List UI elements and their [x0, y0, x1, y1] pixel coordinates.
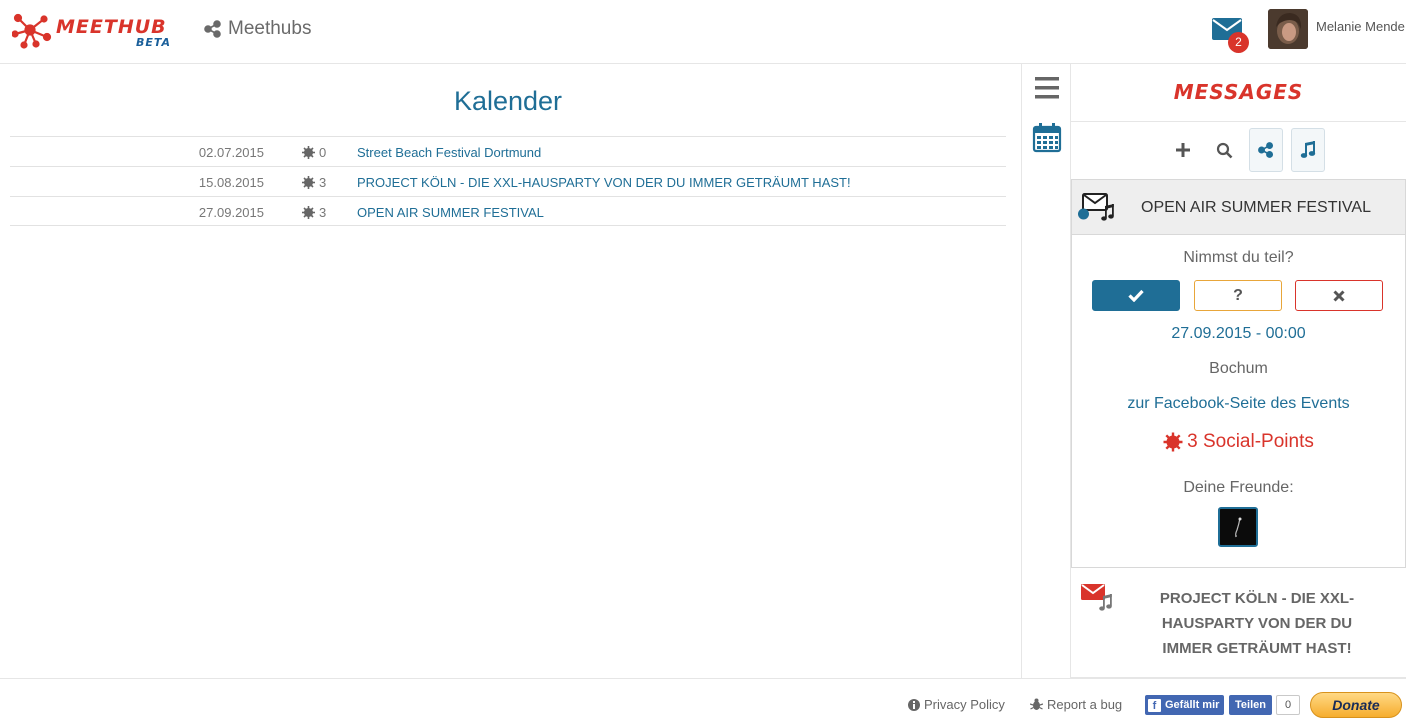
- rsvp-no-button[interactable]: [1295, 280, 1383, 311]
- music-note-icon: [1300, 141, 1316, 158]
- top-header: MEETHUB BETA Meethubs 2 Melanie Mende: [0, 0, 1406, 64]
- message-item[interactable]: PROJECT KÖLN - DIE XXL-HAUSPARTY VON DER…: [1071, 568, 1406, 678]
- username-label[interactable]: Melanie Mende: [1316, 19, 1405, 34]
- divider: [1071, 121, 1406, 122]
- calendar-view-button[interactable]: [1031, 122, 1063, 154]
- share-icon: [1258, 142, 1274, 158]
- footer: Privacy Policy Report a bug f Gefällt mi…: [0, 678, 1406, 726]
- new-message-button[interactable]: [1166, 128, 1200, 172]
- event-title-link[interactable]: OPEN AIR SUMMER FESTIVAL: [357, 205, 544, 220]
- facebook-event-link[interactable]: zur Facebook-Seite des Events: [1072, 395, 1405, 413]
- logo-text: MEETHUB: [56, 16, 167, 38]
- rsvp-maybe-button[interactable]: ?: [1194, 280, 1282, 311]
- friends-label: Deine Freunde:: [1183, 479, 1294, 496]
- envelope-music-icon: [1078, 193, 1114, 221]
- privacy-policy-link[interactable]: Privacy Policy: [908, 697, 1005, 712]
- event-title-link[interactable]: Street Beach Festival Dortmund: [357, 145, 541, 160]
- filter-events-button[interactable]: [1291, 128, 1325, 172]
- check-icon: [1128, 289, 1144, 302]
- event-message-icon: [1078, 192, 1118, 226]
- event-points: 3: [302, 205, 326, 220]
- meethub-logo[interactable]: MEETHUB BETA: [12, 10, 182, 50]
- event-points-value: 0: [319, 145, 327, 160]
- participation-question: Nimmst du teil?: [1183, 249, 1294, 266]
- filter-meethubs-button[interactable]: [1249, 128, 1283, 172]
- nav-meethubs-label: Meethubs: [228, 18, 312, 39]
- search-messages-button[interactable]: [1207, 128, 1241, 172]
- privacy-policy-label: Privacy Policy: [924, 697, 1005, 712]
- app-root: MEETHUB BETA Meethubs 2 Melanie Mende Ka…: [0, 0, 1406, 726]
- event-date: 02.07.2015: [198, 145, 264, 160]
- user-photo: [1268, 9, 1308, 49]
- info-icon: [908, 698, 920, 711]
- messages-toolbar: [1071, 128, 1406, 172]
- messages-panel: MESSAGES OPEN AIR SUMMER FESTIVAL Nimmst…: [1071, 64, 1406, 678]
- search-icon: [1216, 142, 1232, 158]
- star-burst-icon: [302, 176, 315, 189]
- friend-avatar[interactable]: [1218, 507, 1258, 547]
- event-location: Bochum: [1209, 360, 1268, 377]
- facebook-share-button[interactable]: Teilen: [1229, 695, 1272, 715]
- report-bug-label: Report a bug: [1047, 697, 1123, 712]
- side-tool-column: [1021, 64, 1071, 678]
- messages-inbox-button[interactable]: 2: [1212, 16, 1249, 53]
- table-row: 15.08.2015 3 PROJECT KÖLN - DIE XXL-HAUS…: [10, 166, 1006, 196]
- message-title: PROJECT KÖLN - DIE XXL-HAUSPARTY VON DER…: [1159, 590, 1355, 657]
- messages-title: MESSAGES: [1173, 80, 1304, 104]
- menu-button[interactable]: [1031, 74, 1063, 106]
- event-points-value: 3: [319, 175, 327, 190]
- message-item-active[interactable]: OPEN AIR SUMMER FESTIVAL: [1071, 179, 1406, 235]
- message-detail: Nimmst du teil? ? 27.09.2015 - 00:00 Boc…: [1071, 235, 1406, 568]
- facebook-icon: f: [1148, 698, 1161, 712]
- social-points: 3 Social-Points: [1072, 431, 1405, 453]
- event-title-link[interactable]: PROJECT KÖLN - DIE XXL-HAUSPARTY VON DER…: [357, 175, 851, 190]
- rsvp-yes-button[interactable]: [1092, 280, 1180, 311]
- share-icon: [204, 20, 221, 38]
- table-row: 02.07.2015 0 Street Beach Festival Dortm…: [10, 136, 1006, 166]
- user-avatar[interactable]: [1268, 9, 1308, 49]
- nav-meethubs-link[interactable]: Meethubs: [204, 18, 311, 40]
- envelope-music-icon: [1081, 584, 1112, 611]
- report-bug-link[interactable]: Report a bug: [1030, 697, 1122, 712]
- message-title: OPEN AIR SUMMER FESTIVAL: [1141, 199, 1371, 216]
- network-logo-icon: [12, 13, 52, 49]
- event-points: 0: [302, 145, 326, 160]
- star-burst-icon: [302, 206, 315, 219]
- facebook-like-button[interactable]: f Gefällt mir: [1145, 695, 1225, 715]
- star-burst-icon: [302, 146, 315, 159]
- unread-dot-icon: [1078, 208, 1089, 220]
- friend-photo: [1220, 509, 1256, 545]
- table-row: 27.09.2015 3 OPEN AIR SUMMER FESTIVAL: [10, 196, 1006, 226]
- plus-icon: [1176, 143, 1190, 157]
- calendar-main: Kalender 02.07.2015 0 Street Beach Festi…: [0, 64, 1021, 678]
- star-burst-icon: [1163, 432, 1183, 452]
- page-title: Kalender: [453, 86, 563, 116]
- event-points: 3: [302, 175, 326, 190]
- event-date: 27.09.2015: [198, 205, 264, 220]
- close-icon: [1333, 289, 1345, 302]
- menu-icon: [1035, 77, 1059, 99]
- event-datetime: 27.09.2015 - 00:00: [1171, 325, 1306, 342]
- unread-count-badge: 2: [1228, 32, 1249, 53]
- facebook-share-count: 0: [1276, 695, 1300, 715]
- donate-button[interactable]: Donate: [1310, 692, 1402, 718]
- social-points-label: 3 Social-Points: [1187, 431, 1314, 452]
- facebook-like-label: Gefällt mir: [1165, 699, 1220, 711]
- event-date: 15.08.2015: [198, 175, 264, 190]
- bug-icon: [1030, 698, 1043, 710]
- logo-beta-badge: BETA: [136, 36, 172, 49]
- calendar-table: 02.07.2015 0 Street Beach Festival Dortm…: [10, 136, 1006, 226]
- calendar-icon: [1032, 123, 1062, 153]
- event-points-value: 3: [319, 205, 327, 220]
